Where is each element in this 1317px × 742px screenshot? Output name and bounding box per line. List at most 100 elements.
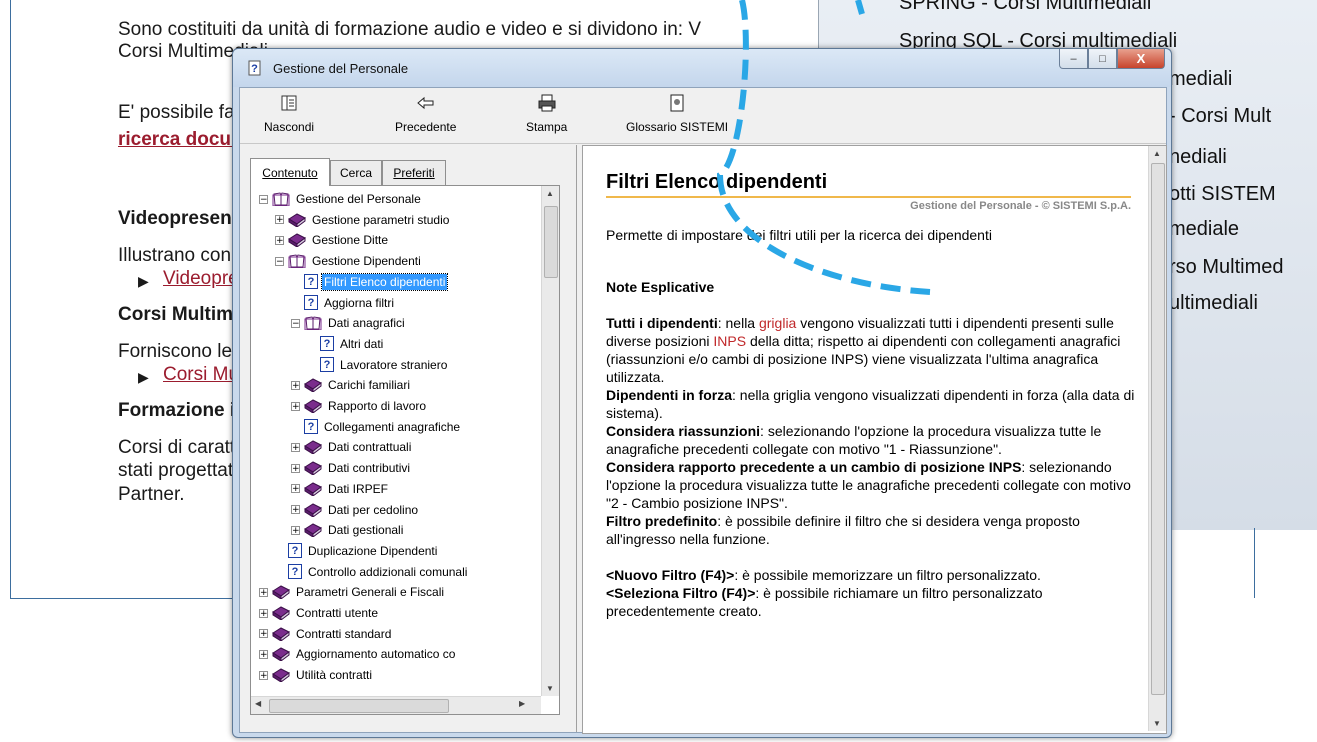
tree-node[interactable]: − Gestione Dipendenti [275,252,423,270]
tree-node[interactable]: + Dati IRPEF [291,480,390,498]
collapse-icon[interactable]: − [291,318,300,328]
book-icon [304,461,322,476]
expand-icon[interactable]: + [291,525,300,535]
tree-node[interactable]: ? Altri dati [320,335,385,353]
expand-icon[interactable]: + [259,587,268,597]
glossary-button[interactable]: Glossario SISTEMI [626,92,728,140]
close-button[interactable]: X [1117,49,1165,69]
expand-icon[interactable]: + [259,670,268,680]
expand-icon[interactable]: + [291,463,300,473]
collapse-icon[interactable]: − [259,194,268,204]
bullet-icon: ▶ [138,369,149,385]
minimize-button[interactable]: – [1059,49,1088,69]
tree-node[interactable]: + Gestione Ditte [275,231,390,249]
bg-course-item[interactable]: SPRING - Corsi Multimediali [899,0,1151,15]
tree-node[interactable]: + Dati contributivi [291,459,412,477]
bg-course-item[interactable]: mediali [1169,68,1232,91]
tree-node-label: Gestione del Personale [296,192,421,206]
hide-button[interactable]: Nascondi [264,92,314,140]
term: Dipendenti in forza [606,387,732,403]
scroll-left-icon[interactable]: ◀ [255,699,261,708]
tree-node[interactable]: + Contratti standard [259,625,393,643]
tree-node[interactable]: ? Controllo addizionali comunali [288,563,469,581]
tree-node[interactable]: + Parametri Generali e Fiscali [259,583,446,601]
window-controls: – □ X [1059,49,1165,69]
tree-node[interactable]: + Dati per cedolino [291,501,420,519]
tree-horizontal-scrollbar[interactable]: ◀ ▶ [251,696,541,714]
book-icon [288,213,306,227]
scrollbar-thumb[interactable] [544,206,558,278]
expand-icon[interactable]: + [259,629,268,639]
tree-node[interactable]: − Dati anagrafici [291,314,407,332]
bg-course-item[interactable]: otti SISTEM [1169,183,1276,206]
tree-node[interactable]: + Contratti utente [259,604,380,622]
book-icon [304,378,322,393]
tab-label: Contenuto [262,165,318,180]
print-button[interactable]: Stampa [526,92,567,140]
scroll-down-icon[interactable]: ▼ [1153,719,1161,728]
tree-vertical-scrollbar[interactable]: ▲ ▼ [541,186,559,696]
expand-icon[interactable]: + [291,442,300,452]
tree-node-label: Dati IRPEF [328,481,389,496]
back-button[interactable]: Precedente [395,92,456,140]
tree-node[interactable]: + Carichi familiari [291,376,412,394]
tree-node[interactable]: ? Duplicazione Dipendenti [288,542,439,560]
tab-cerca[interactable]: Cerca [330,160,382,185]
tab-preferiti[interactable]: Preferiti [382,160,446,185]
tree-node[interactable]: ? Collegamenti anagrafiche [304,418,462,436]
scrollbar-thumb[interactable] [269,699,449,713]
tree-node-label: Dati anagrafici [328,316,405,331]
tab-label: Preferiti [393,166,435,180]
expand-icon[interactable]: + [291,505,300,515]
scroll-right-icon[interactable]: ▶ [519,699,525,708]
tree-node[interactable]: + Rapporto di lavoro [291,397,428,415]
tree-node-label: Contratti utente [296,606,379,620]
open-book-icon [288,254,306,269]
topic-body: Tutti i dipendenti: nella griglia vengon… [606,314,1136,620]
tree-node[interactable]: + Aggiornamento automatico co [259,645,457,663]
expand-icon[interactable]: + [259,649,268,659]
tree-node-label: Dati per cedolino [328,502,419,517]
tree-node[interactable]: + Dati contrattuali [291,438,413,456]
term: <Seleziona Filtro (F4)> [606,585,756,601]
tree-node[interactable]: ? Filtri Elenco dipendenti [304,272,449,291]
expand-icon[interactable]: + [291,484,300,494]
bg-paragraph-line: Partner. [118,484,185,505]
maximize-button[interactable]: □ [1088,49,1117,69]
window-titlebar[interactable]: ? Gestione del Personale – □ X [233,49,1171,87]
collapse-icon[interactable]: − [275,256,284,266]
tree-node-label: Utilità contratti [296,668,373,683]
tree-node[interactable]: + Gestione parametri studio [275,211,451,229]
expand-icon[interactable]: + [275,235,284,245]
tree-node[interactable]: + Dati gestionali [291,521,405,539]
text: : è possibile memorizzare un filtro pers… [734,567,1041,583]
expand-icon[interactable]: + [275,215,284,225]
expand-icon[interactable]: + [291,380,300,390]
bg-course-item[interactable]: mediale [1169,218,1239,241]
glossary-link[interactable]: INPS [713,333,746,349]
tree-node[interactable]: + Utilità contratti [259,666,374,684]
scroll-down-icon[interactable]: ▼ [546,684,554,693]
tab-label: Cerca [339,166,372,180]
bg-course-item[interactable]: rso Multimed [1169,256,1283,279]
scroll-up-icon[interactable]: ▲ [1153,149,1161,158]
expand-icon[interactable]: + [259,608,268,618]
hide-label: Nascondi [264,120,315,134]
divider [1254,528,1255,598]
bg-course-item[interactable]: - Corsi Mult [1169,105,1271,128]
open-book-icon [304,316,322,331]
tree-node-label: Rapporto di lavoro [328,399,427,413]
topic-scrollbar[interactable]: ▲ ▼ [1148,146,1166,731]
tree-node[interactable]: ? Aggiorna filtri [304,294,396,312]
tab-contenuto[interactable]: Contenuto [250,158,330,186]
glossary-link[interactable]: griglia [759,315,796,331]
tree-node[interactable]: − Gestione del Personale [259,190,423,208]
scroll-up-icon[interactable]: ▲ [546,189,554,198]
tree-node-label: Duplicazione Dipendenti [308,543,438,558]
book-icon [304,440,322,455]
scrollbar-thumb[interactable] [1151,163,1165,695]
bg-course-item[interactable]: nediali [1169,146,1227,169]
bg-course-item[interactable]: ultimediali [1169,292,1258,315]
expand-icon[interactable]: + [291,401,300,411]
tree-node[interactable]: ? Lavoratore straniero [320,356,449,374]
